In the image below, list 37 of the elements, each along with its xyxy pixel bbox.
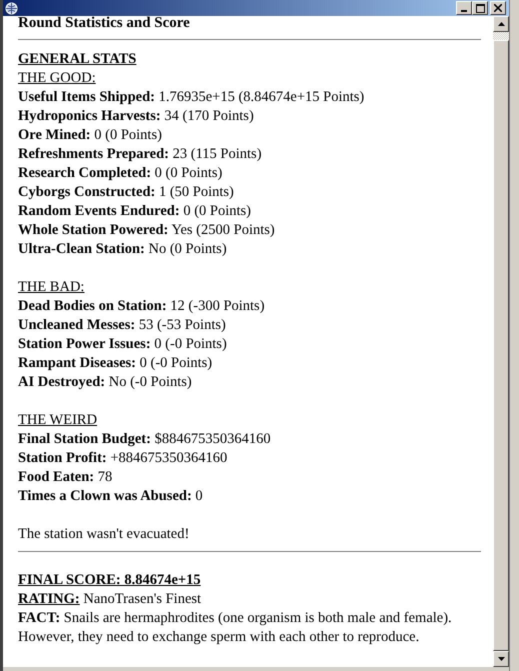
stat-line: Station Profit: +884675350364160 xyxy=(18,449,228,468)
stat-line: Whole Station Powered: Yes (2500 Points) xyxy=(18,221,276,240)
stat-line: Random Events Endured: 0 (0 Points) xyxy=(18,202,252,221)
stat-line: Refreshments Prepared: 23 (115 Points) xyxy=(18,145,263,164)
stat-line: Research Completed: 0 (0 Points) xyxy=(18,164,224,183)
group-heading: THE GOOD: xyxy=(18,69,97,88)
stat-line: Useful Items Shipped: 1.76935e+15 (8.84674e+15 Points) xyxy=(18,88,366,107)
close-icon xyxy=(494,4,502,12)
scroll-up-icon xyxy=(498,22,504,26)
stat-line: Ultra-Clean Station: No (0 Points) xyxy=(18,240,228,259)
stat-line: Cyborgs Constructed: 1 (50 Points) xyxy=(18,183,235,202)
stat-line: Final Station Budget: $884675350364160 xyxy=(18,430,272,449)
stat-line: Ore Mined: 0 (0 Points) xyxy=(18,126,163,145)
maximize-button[interactable] xyxy=(472,1,488,15)
fact-text: FACT: Snails are hermaphrodites (one organism is both male and female). However, they need to exchange sperm with each other to reproduce. xyxy=(18,609,453,647)
section-heading: GENERAL STATS xyxy=(18,50,138,69)
group-heading: THE WEIRD xyxy=(18,411,98,430)
stat-line: Food Eaten: 78 xyxy=(18,468,114,487)
stat-line: Uncleaned Messes: 53 (-53 Points) xyxy=(18,316,227,335)
scroll-down-icon xyxy=(498,657,504,661)
group-heading: THE BAD: xyxy=(18,278,86,297)
minimize-button[interactable] xyxy=(456,1,472,15)
stat-line: Dead Bodies on Station: 12 (-300 Points) xyxy=(18,297,266,316)
scroll-track[interactable] xyxy=(493,32,509,40)
page-title: Round Statistics and Score xyxy=(18,16,191,33)
final-score: FINAL SCORE: 8.84674e+15 xyxy=(18,571,202,590)
close-button[interactable] xyxy=(490,1,506,15)
rating-line: RATING: NanoTrasen's Finest xyxy=(18,590,202,609)
stat-line: Times a Clown was Abused: 0 xyxy=(18,487,204,506)
scroll-down-button[interactable] xyxy=(493,651,509,667)
stat-line: AI Destroyed: No (-0 Points) xyxy=(18,373,193,392)
stat-line: Hydroponics Harvests: 34 (170 Points) xyxy=(18,107,255,126)
stat-line: Station Power Issues: 0 (-0 Points) xyxy=(18,335,228,354)
evacuation-note: The station wasn't evacuated! xyxy=(18,525,190,544)
scroll-up-button[interactable] xyxy=(493,16,509,32)
stat-line: Rampant Diseases: 0 (-0 Points) xyxy=(18,354,214,373)
maximize-icon xyxy=(476,4,484,12)
